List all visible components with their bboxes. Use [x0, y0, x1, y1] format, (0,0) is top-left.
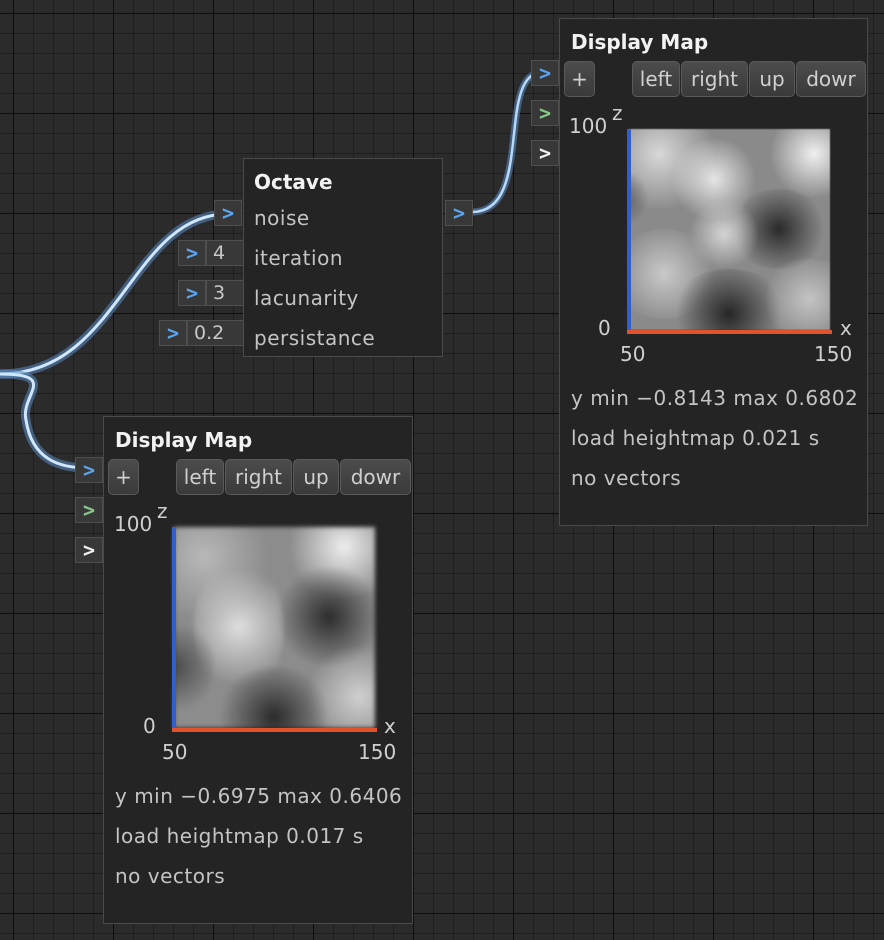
display-top-input-port-3[interactable]: >	[531, 140, 559, 166]
octave-input-port-lacunarity[interactable]: >	[178, 280, 206, 306]
wire-source-to-display-bottom	[0, 369, 93, 473]
chevron-right-icon: >	[538, 61, 552, 85]
input-label-persistance: persistance	[254, 326, 376, 350]
vectors-text: no vectors	[115, 864, 226, 888]
plus-icon: +	[115, 465, 132, 489]
chevron-right-icon: >	[538, 101, 552, 125]
load-time-text: load heightmap 0.017 s	[115, 824, 364, 848]
octave-input-port-persistance[interactable]: >	[159, 320, 187, 346]
heightmap-plot: z 100 0 x 50 150	[104, 499, 414, 772]
up-button[interactable]: up	[293, 459, 339, 495]
down-button[interactable]: dowr	[796, 61, 866, 97]
left-button[interactable]: left	[632, 61, 680, 97]
chevron-right-icon: >	[166, 321, 180, 345]
z-min-label: 0	[598, 316, 611, 340]
display-top-input-port-2[interactable]: >	[531, 100, 559, 126]
display-bottom-input-port-3[interactable]: >	[75, 537, 103, 563]
octave-input-port-noise[interactable]: >	[214, 200, 242, 226]
left-button[interactable]: left	[176, 459, 224, 495]
chevron-right-icon: >	[82, 458, 96, 482]
octave-input-port-iteration[interactable]: >	[178, 240, 206, 266]
input-label-lacunarity: lacunarity	[254, 286, 359, 310]
z-axis	[627, 129, 631, 334]
z-max-label: 100	[569, 114, 608, 138]
up-button[interactable]: up	[749, 61, 795, 97]
persistance-value-field[interactable]: 0.2	[187, 320, 244, 346]
chevron-right-icon: >	[185, 241, 199, 265]
y-range-text: y min −0.6975 max 0.6406	[115, 784, 403, 808]
z-min-label: 0	[143, 714, 156, 738]
x-axis-label: x	[384, 714, 396, 738]
right-button[interactable]: right	[681, 61, 748, 97]
z-max-label: 100	[114, 512, 153, 536]
heightmap-image	[629, 129, 830, 330]
display-bottom-input-port-1[interactable]: >	[75, 457, 103, 483]
x-min-label: 50	[620, 342, 646, 366]
x-min-label: 50	[162, 740, 188, 764]
octave-output-port[interactable]: >	[445, 200, 473, 226]
chevron-right-icon: >	[221, 201, 235, 225]
node-title: Display Map	[115, 428, 253, 452]
lacunarity-value-field[interactable]: 3	[206, 280, 244, 306]
z-axis-label: z	[157, 499, 168, 523]
heightmap-image	[174, 527, 375, 728]
display-top-input-port-1[interactable]: >	[531, 60, 559, 86]
chevron-right-icon: >	[82, 538, 96, 562]
add-button[interactable]: +	[108, 459, 139, 495]
node-title: Octave	[254, 170, 333, 194]
x-max-label: 150	[358, 740, 397, 764]
add-button[interactable]: +	[564, 61, 595, 97]
chevron-right-icon: >	[185, 281, 199, 305]
chevron-right-icon: >	[82, 498, 96, 522]
input-label-iteration: iteration	[254, 246, 343, 270]
chevron-right-icon: >	[538, 141, 552, 165]
iteration-value-field[interactable]: 4	[206, 240, 244, 266]
right-button[interactable]: right	[225, 459, 292, 495]
vectors-text: no vectors	[571, 466, 682, 490]
x-max-label: 150	[814, 342, 853, 366]
node-title: Display Map	[571, 30, 709, 54]
x-axis	[172, 728, 377, 732]
plus-icon: +	[571, 67, 588, 91]
x-axis	[627, 330, 832, 334]
display-bottom-input-port-2[interactable]: >	[75, 497, 103, 523]
z-axis-label: z	[612, 101, 623, 125]
display-map-node-top[interactable]: Display Map + left right up dowr z 100 0…	[559, 18, 868, 526]
load-time-text: load heightmap 0.021 s	[571, 426, 820, 450]
chevron-right-icon: >	[452, 201, 466, 225]
input-label-noise: noise	[254, 206, 310, 230]
y-range-text: y min −0.8143 max 0.6802	[571, 386, 859, 410]
display-map-node-bottom[interactable]: Display Map + left right up dowr z 100 0…	[103, 416, 413, 924]
heightmap-plot: z 100 0 x 50 150	[560, 101, 869, 374]
x-axis-label: x	[840, 316, 852, 340]
down-button[interactable]: dowr	[340, 459, 411, 495]
octave-node[interactable]: Octave noise iteration lacunarity persis…	[243, 158, 443, 357]
z-axis	[172, 527, 176, 732]
